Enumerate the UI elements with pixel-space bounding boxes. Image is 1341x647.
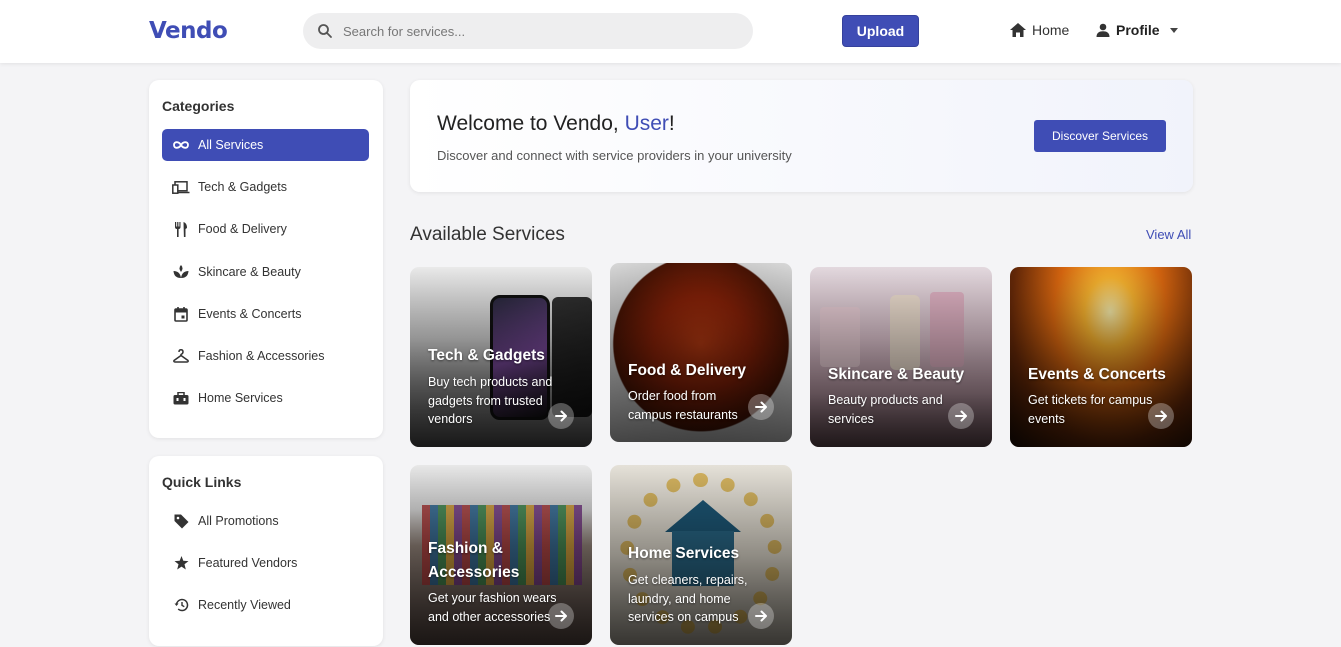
nav-home-label: Home xyxy=(1032,22,1070,38)
category-all-services[interactable]: All Services xyxy=(162,129,369,161)
category-label: Home Services xyxy=(198,391,283,405)
search-bar[interactable] xyxy=(303,13,753,49)
tile-title: Food & Delivery xyxy=(628,362,746,379)
arrow-right-icon[interactable] xyxy=(748,603,774,629)
welcome-title: Welcome to Vendo, User! xyxy=(437,112,675,136)
nav-home-link[interactable]: Home xyxy=(1010,22,1069,38)
category-events-concerts[interactable]: Events & Concerts xyxy=(162,298,369,330)
category-label: All Services xyxy=(198,138,264,152)
utensils-icon xyxy=(172,221,190,237)
category-home-services[interactable]: Home Services xyxy=(162,382,369,414)
categories-panel: Categories All Services Tech & Gadgets F… xyxy=(149,80,383,438)
category-food-delivery[interactable]: Food & Delivery xyxy=(162,213,369,245)
home-icon xyxy=(1010,23,1026,37)
service-tile-fashion-accessories[interactable]: Fashion & Accessories Get your fashion w… xyxy=(410,465,592,645)
category-fashion-accessories[interactable]: Fashion & Accessories xyxy=(162,340,369,372)
category-label: Tech & Gadgets xyxy=(198,180,287,194)
quick-links-title: Quick Links xyxy=(162,474,242,490)
tile-description: Get tickets for campus events xyxy=(1028,393,1153,426)
devices-icon xyxy=(172,179,190,195)
service-tile-home-services[interactable]: Home Services Get cleaners, repairs, lau… xyxy=(610,465,792,645)
category-label: Skincare & Beauty xyxy=(198,265,301,279)
tile-description: Get cleaners, repairs, laundry, and home… xyxy=(628,573,748,624)
quick-link-label: All Promotions xyxy=(198,514,279,528)
category-label: Food & Delivery xyxy=(198,222,287,236)
arrow-right-icon[interactable] xyxy=(748,394,774,420)
service-tile-events-concerts[interactable]: Events & Concerts Get tickets for campus… xyxy=(1010,267,1192,447)
tag-icon xyxy=(172,513,190,529)
arrow-right-icon[interactable] xyxy=(548,403,574,429)
tile-title: Skincare & Beauty xyxy=(828,366,965,383)
welcome-title-prefix: Welcome to Vendo, xyxy=(437,112,625,135)
tile-title: Fashion & Accessories xyxy=(428,540,520,581)
tile-description: Buy tech products and gadgets from trust… xyxy=(428,375,553,426)
category-label: Fashion & Accessories xyxy=(198,349,325,363)
category-skincare-beauty[interactable]: Skincare & Beauty xyxy=(162,256,369,288)
tile-description: Get your fashion wears and other accesso… xyxy=(428,591,557,624)
toolbox-icon xyxy=(172,390,190,406)
star-icon xyxy=(172,555,190,571)
nav-profile-dropdown[interactable]: Profile xyxy=(1096,22,1178,38)
welcome-banner: Welcome to Vendo, User! Discover and con… xyxy=(410,80,1193,192)
service-tile-tech-gadgets[interactable]: Tech & Gadgets Buy tech products and gad… xyxy=(410,267,592,447)
available-services-heading: Available Services xyxy=(410,224,565,245)
quick-link-featured-vendors[interactable]: Featured Vendors xyxy=(162,547,369,579)
tile-title: Home Services xyxy=(628,545,740,562)
quick-links-panel: Quick Links All Promotions Featured Vend… xyxy=(149,456,383,646)
arrow-right-icon[interactable] xyxy=(548,603,574,629)
chevron-down-icon xyxy=(1169,27,1178,33)
categories-title: Categories xyxy=(162,98,235,114)
service-tile-food-delivery[interactable]: Food & Delivery Order food from campus r… xyxy=(610,263,792,442)
upload-button[interactable]: Upload xyxy=(842,15,919,47)
user-icon xyxy=(1096,23,1110,37)
discover-services-button[interactable]: Discover Services xyxy=(1034,120,1166,152)
nav-profile-label: Profile xyxy=(1116,22,1160,38)
top-header: Vendo Upload Home Profile xyxy=(0,0,1341,63)
tile-description: Order food from campus restaurants xyxy=(628,389,738,422)
infinity-icon xyxy=(172,137,190,153)
quick-link-label: Featured Vendors xyxy=(198,556,298,570)
logo[interactable]: Vendo xyxy=(149,18,228,44)
quick-link-all-promotions[interactable]: All Promotions xyxy=(162,505,369,537)
quick-link-recently-viewed[interactable]: Recently Viewed xyxy=(162,589,369,621)
category-label: Events & Concerts xyxy=(198,307,302,321)
tile-title: Tech & Gadgets xyxy=(428,347,545,364)
quick-link-label: Recently Viewed xyxy=(198,598,291,612)
arrow-right-icon[interactable] xyxy=(1148,403,1174,429)
welcome-subtitle: Discover and connect with service provid… xyxy=(437,148,792,163)
arrow-right-icon[interactable] xyxy=(948,403,974,429)
search-icon xyxy=(318,24,332,38)
category-tech-gadgets[interactable]: Tech & Gadgets xyxy=(162,171,369,203)
welcome-username: User xyxy=(624,112,669,135)
spa-icon xyxy=(172,264,190,280)
view-all-link[interactable]: View All xyxy=(1146,227,1191,242)
calendar-icon xyxy=(172,306,190,322)
service-tile-skincare-beauty[interactable]: Skincare & Beauty Beauty products and se… xyxy=(810,267,992,447)
tile-description: Beauty products and services xyxy=(828,393,943,426)
hanger-icon xyxy=(172,348,190,364)
search-input[interactable] xyxy=(343,13,743,49)
history-icon xyxy=(172,597,190,613)
tile-title: Events & Concerts xyxy=(1028,366,1166,383)
welcome-title-suffix: ! xyxy=(668,112,675,135)
